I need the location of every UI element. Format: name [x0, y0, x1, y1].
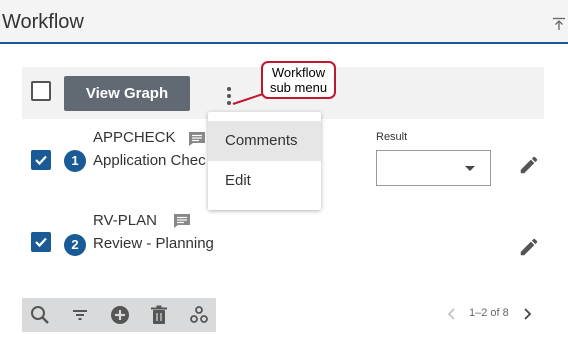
trash-icon[interactable] — [148, 304, 170, 326]
check-icon — [35, 155, 47, 166]
workflow-header: Workflow — [0, 0, 568, 44]
edit-pencil-icon[interactable] — [518, 236, 540, 258]
chevron-left-icon[interactable] — [445, 306, 459, 322]
settings-cluster-icon[interactable] — [188, 304, 210, 326]
step-description-1: Application Chec — [93, 152, 206, 169]
check-icon — [35, 237, 47, 248]
workflow-submenu-callout: Workflow sub menu — [261, 61, 336, 99]
result-select[interactable] — [376, 150, 491, 186]
select-all-checkbox[interactable] — [31, 81, 51, 101]
step-code-2: RV-PLAN — [93, 212, 157, 229]
collapse-top-icon[interactable] — [552, 17, 566, 31]
row-1-checkbox[interactable] — [31, 150, 51, 170]
step-number-1: 1 — [64, 150, 86, 172]
view-graph-button[interactable]: View Graph — [64, 76, 190, 111]
add-circle-icon[interactable] — [109, 304, 131, 326]
workflow-submenu: Comments Edit — [208, 112, 321, 210]
search-icon[interactable] — [29, 304, 51, 326]
result-label: Result — [376, 131, 408, 143]
comment-icon[interactable] — [173, 213, 191, 229]
pagination-text: 1–2 of 8 — [469, 307, 509, 319]
step-code-1: APPCHECK — [93, 129, 176, 146]
chevron-down-icon — [465, 166, 475, 171]
callout-line-1: Workflow — [271, 65, 326, 80]
menu-item-comments[interactable]: Comments — [208, 121, 321, 161]
row-2-checkbox[interactable] — [31, 232, 51, 252]
filter-icon[interactable] — [69, 304, 91, 326]
step-number-2: 2 — [64, 234, 86, 256]
comment-icon[interactable] — [188, 131, 206, 147]
edit-pencil-icon[interactable] — [518, 154, 540, 176]
menu-item-edit[interactable]: Edit — [208, 161, 321, 201]
chevron-right-icon[interactable] — [520, 306, 534, 322]
bottom-toolbar — [22, 298, 216, 332]
page-title: Workflow — [2, 11, 84, 33]
callout-line-2: sub menu — [269, 80, 328, 95]
step-description-2: Review - Planning — [93, 235, 214, 252]
